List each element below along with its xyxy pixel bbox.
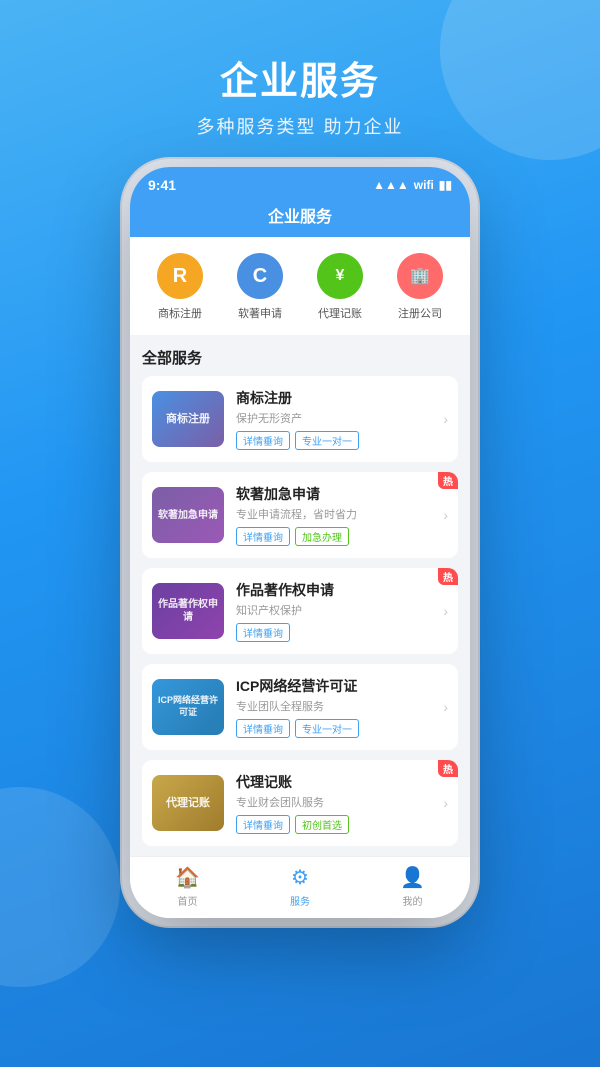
bg-circle-bottom [0,787,120,987]
service-desc-icp: 专业团队全程服务 [236,698,427,714]
quick-icon-trademark: R [157,253,203,299]
tag-consult-4: 详情垂询 [236,719,290,738]
tag-consult-5: 详情垂询 [236,815,290,834]
service-name-software-urgent: 软著加急申请 [236,484,427,504]
status-time: 9:41 [148,177,176,193]
phone-mockup: 9:41 ▲▲▲ wifi ▮▮ 企业服务 R 商标注册 C 软著申请 ¥ 代理… [130,167,470,918]
quick-icons-row: R 商标注册 C 软著申请 ¥ 代理记账 🏢 注册公司 [130,237,470,335]
service-desc-bookkeeping: 专业财会团队服务 [236,794,427,810]
tag-professional-2: 专业一对一 [295,719,359,738]
service-tags-icp: 详情垂询 专业一对一 [236,719,427,738]
service-thumb-trademark: 商标注册 [152,391,224,447]
quick-label-trademark: 商标注册 [158,305,202,321]
quick-icon-accounting: ¥ [317,253,363,299]
tag-consult-3: 详情垂询 [236,623,290,642]
service-info-software-urgent: 软著加急申请 专业申请流程，省时省力 详情垂询 加急办理 [236,484,427,546]
quick-label-copyright: 软著申请 [238,305,282,321]
chevron-icon-4: › [443,699,448,715]
chevron-icon-5: › [443,795,448,811]
hot-badge-copyright: 热 [438,568,458,585]
tab-label-services: 服务 [290,893,310,908]
nav-title: 企业服务 [268,209,332,226]
service-item-icp[interactable]: ICP网络经营许可证 ICP网络经营许可证 专业团队全程服务 详情垂询 专业一对… [142,664,458,750]
service-tags-bookkeeping: 详情垂询 初创首选 [236,815,427,834]
page-title: 企业服务 [0,50,600,105]
tab-label-mine: 我的 [403,893,423,908]
wifi-icon: wifi [414,178,434,192]
service-name-trademark: 商标注册 [236,388,427,408]
main-content: 全部服务 商标注册 商标注册 保护无形资产 详情垂询 专业一对一 › [130,335,470,856]
tag-consult-2: 详情垂询 [236,527,290,546]
tab-mine[interactable]: 👤 我的 [400,865,425,908]
hot-badge-software: 热 [438,472,458,489]
service-item-copyright-work[interactable]: 作品著作权申请 作品著作权申请 知识产权保护 详情垂询 › 热 [142,568,458,654]
service-name-copyright-work: 作品著作权申请 [236,580,427,600]
battery-icon: ▮▮ [439,178,452,192]
service-item-bookkeeping[interactable]: 代理记账 代理记账 专业财会团队服务 详情垂询 初创首选 › 热 [142,760,458,846]
quick-item-copyright[interactable]: C 软著申请 [237,253,283,321]
quick-icon-company: 🏢 [397,253,443,299]
service-item-trademark[interactable]: 商标注册 商标注册 保护无形资产 详情垂询 专业一对一 › [142,376,458,462]
chevron-icon-2: › [443,507,448,523]
service-tags-trademark: 详情垂询 专业一对一 [236,431,427,450]
tab-label-home: 首页 [177,893,197,908]
tag-starter: 初创首选 [295,815,349,834]
service-desc-copyright-work: 知识产权保护 [236,602,427,618]
service-thumb-bookkeeping: 代理记账 [152,775,224,831]
service-desc-trademark: 保护无形资产 [236,410,427,426]
service-info-trademark: 商标注册 保护无形资产 详情垂询 专业一对一 [236,388,427,450]
tab-home[interactable]: 🏠 首页 [175,865,200,908]
tag-consult: 详情垂询 [236,431,290,450]
service-name-icp: ICP网络经营许可证 [236,676,427,696]
status-icons: ▲▲▲ wifi ▮▮ [373,178,452,192]
hot-badge-bookkeeping: 热 [438,760,458,777]
section-title: 全部服务 [142,335,458,376]
chevron-icon-3: › [443,603,448,619]
nav-bar: 企业服务 [130,199,470,237]
quick-label-company: 注册公司 [398,305,442,321]
quick-icon-copyright: C [237,253,283,299]
service-info-icp: ICP网络经营许可证 专业团队全程服务 详情垂询 专业一对一 [236,676,427,738]
tab-icon-mine: 👤 [400,865,425,890]
page-subtitle: 多种服务类型 助力企业 [0,113,600,139]
tab-icon-home: 🏠 [175,865,200,890]
tag-professional: 专业一对一 [295,431,359,450]
quick-item-trademark[interactable]: R 商标注册 [157,253,203,321]
quick-item-company[interactable]: 🏢 注册公司 [397,253,443,321]
service-thumb-software-urgent: 软著加急申请 [152,487,224,543]
service-item-software-urgent[interactable]: 软著加急申请 软著加急申请 专业申请流程，省时省力 详情垂询 加急办理 › 热 [142,472,458,558]
service-name-bookkeeping: 代理记账 [236,772,427,792]
service-tags-copyright-work: 详情垂询 [236,623,427,642]
tab-services[interactable]: ⚙ 服务 [290,865,310,908]
tab-icon-services: ⚙ [291,865,309,890]
service-desc-software-urgent: 专业申请流程，省时省力 [236,506,427,522]
quick-label-accounting: 代理记账 [318,305,362,321]
service-info-bookkeeping: 代理记账 专业财会团队服务 详情垂询 初创首选 [236,772,427,834]
service-info-copyright-work: 作品著作权申请 知识产权保护 详情垂询 [236,580,427,642]
service-list: 商标注册 商标注册 保护无形资产 详情垂询 专业一对一 › 软著加急申请 [142,376,458,856]
service-thumb-icp: ICP网络经营许可证 [152,679,224,735]
tag-urgent: 加急办理 [295,527,349,546]
tab-bar: 🏠 首页 ⚙ 服务 👤 我的 [130,856,470,918]
service-thumb-copyright-work: 作品著作权申请 [152,583,224,639]
header-area: 企业服务 多种服务类型 助力企业 [0,0,600,139]
status-bar: 9:41 ▲▲▲ wifi ▮▮ [130,167,470,199]
service-tags-software-urgent: 详情垂询 加急办理 [236,527,427,546]
signal-icon: ▲▲▲ [373,178,409,192]
chevron-icon: › [443,411,448,427]
quick-item-accounting[interactable]: ¥ 代理记账 [317,253,363,321]
